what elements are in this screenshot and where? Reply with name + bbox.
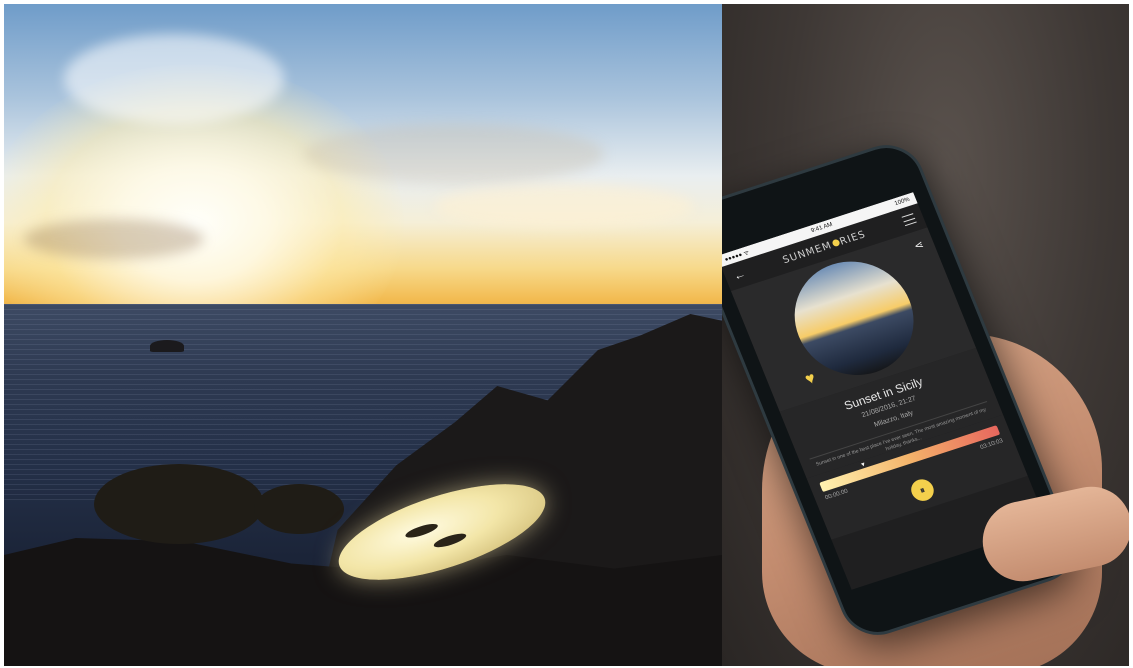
back-arrow-icon[interactable]: ←: [731, 266, 748, 283]
pillow-eye: [404, 521, 440, 541]
memory-photo[interactable]: [777, 246, 932, 391]
pillow-eye: [432, 530, 468, 550]
cloud: [24, 219, 204, 259]
playhead-marker-icon[interactable]: ▼: [859, 462, 867, 469]
shrub: [254, 484, 344, 534]
elapsed-time: 00:00:00: [824, 488, 849, 502]
share-icon[interactable]: ⋖: [912, 238, 925, 253]
heart-icon[interactable]: ♥: [803, 370, 819, 390]
sunset-photo: [4, 4, 722, 666]
cloud: [434, 184, 694, 229]
logo-text-end: RIES: [838, 228, 868, 248]
pause-button[interactable]: ⏸: [907, 476, 938, 504]
shrub: [94, 464, 264, 544]
hamburger-menu-icon[interactable]: [901, 213, 917, 227]
total-time: 03:10:03: [979, 438, 1005, 451]
cloud: [304, 124, 604, 184]
cloud: [64, 34, 284, 124]
phone-scene: ●●●●● ᯤ 9:41 AM 100% ← SUNMEMRIES ⋖ ♥ Su…: [722, 4, 1129, 666]
islet: [150, 340, 184, 352]
